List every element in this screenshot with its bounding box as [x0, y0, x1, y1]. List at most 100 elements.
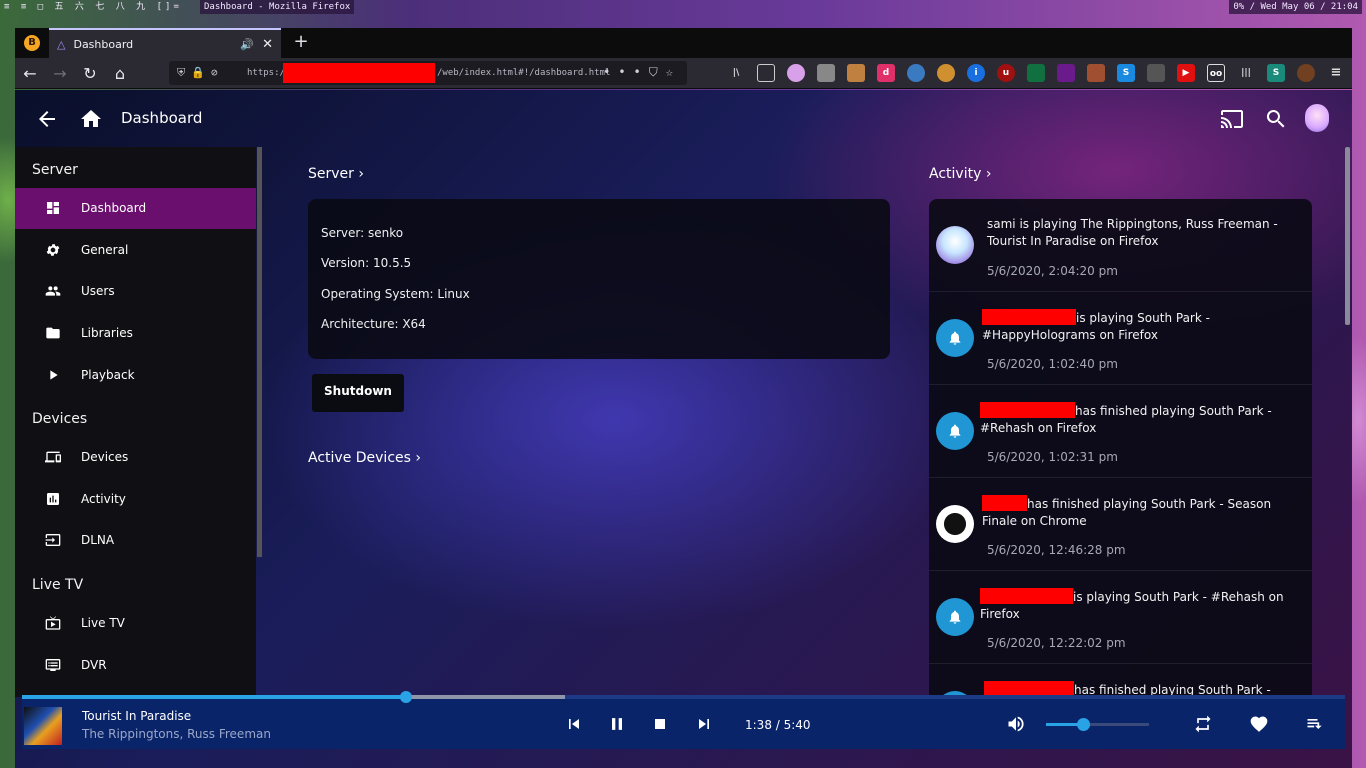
tab-title: Dashboard	[73, 37, 134, 51]
repeat-icon[interactable]	[1193, 714, 1213, 734]
activity-date: 5/6/2020, 12:46:28 pm	[987, 543, 1126, 557]
extension-avatar-icon[interactable]	[787, 64, 805, 82]
next-track-icon[interactable]	[694, 714, 714, 734]
sidebar-item-dashboard[interactable]: Dashboard	[15, 188, 256, 229]
header-back-icon[interactable]	[35, 107, 59, 131]
folder-icon	[45, 325, 61, 341]
extension-s2-icon[interactable]: S	[1267, 64, 1285, 82]
extension-s-icon[interactable]: S	[1117, 64, 1135, 82]
queue-icon[interactable]	[1305, 714, 1325, 734]
sidebar-item-label: Libraries	[81, 326, 133, 340]
extension-bars-icon[interactable]: |||	[1237, 64, 1255, 82]
header-home-icon[interactable]	[79, 107, 103, 131]
jellyfin-favicon-icon: △	[57, 37, 66, 51]
pause-icon[interactable]	[607, 714, 627, 734]
sidebar-item-general[interactable]: General	[15, 230, 256, 271]
previous-track-icon[interactable]	[564, 714, 584, 734]
search-icon[interactable]	[1264, 107, 1288, 131]
sidebar-scrollbar[interactable]	[257, 147, 262, 557]
tv-icon	[45, 615, 61, 631]
redacted-username	[980, 588, 1073, 604]
sidebar-item-label: Playback	[81, 368, 135, 382]
extension-cookie-icon[interactable]	[847, 64, 865, 82]
url-bar[interactable]: ⛨🔒⊘ https:// /web/index.html#!/dashboard…	[169, 61, 687, 85]
page-scrollbar[interactable]	[1345, 147, 1350, 325]
sidebar-heading-devices: Devices	[32, 411, 88, 427]
extension-youtube-icon[interactable]: ▶	[1177, 64, 1195, 82]
activity-item[interactable]: sami is playing The Rippingtons, Russ Fr…	[929, 199, 1312, 292]
back-icon[interactable]: ←	[19, 63, 41, 85]
speaker-icon[interactable]: 🔊	[240, 38, 254, 51]
shutdown-button[interactable]: Shutdown	[312, 374, 404, 412]
chevron-right-icon: ›	[358, 166, 364, 182]
stop-icon[interactable]	[650, 714, 670, 734]
activity-date: 5/6/2020, 1:02:31 pm	[987, 450, 1118, 464]
browser-logo-icon[interactable]: B	[24, 35, 40, 51]
new-tab-button[interactable]: +	[290, 32, 312, 54]
album-art[interactable]	[24, 707, 62, 745]
sidebar-item-devices[interactable]: Devices	[15, 437, 256, 478]
extension-glasses-icon[interactable]	[937, 64, 955, 82]
active-devices-title: Active Devices	[308, 450, 411, 466]
sidebar-item-label: General	[81, 243, 129, 257]
activity-item[interactable]: is playing South Park - #HappyHolograms …	[929, 292, 1312, 385]
sidebar-item-libraries[interactable]: Libraries	[15, 313, 256, 354]
activity-text-wrap: has finished playing South Park - #Rehas…	[980, 402, 1290, 437]
activity-section-link[interactable]: Activity ›	[929, 166, 991, 182]
forward-icon[interactable]: →	[49, 63, 71, 85]
sidebar-icon[interactable]	[757, 64, 775, 82]
sidebar-item-label: Activity	[81, 492, 126, 506]
redacted-host	[283, 63, 435, 83]
sidebar-item-dvr[interactable]: DVR	[15, 645, 256, 686]
bell-icon	[936, 412, 974, 450]
sidebar-item-playback[interactable]: Playback	[15, 355, 256, 396]
activity-item[interactable]: has finished playing South Park - Season…	[929, 478, 1312, 571]
server-section-link[interactable]: Server ›	[308, 166, 364, 182]
now-playing-title[interactable]: Tourist In Paradise	[82, 709, 191, 723]
now-playing-artist[interactable]: The Rippingtons, Russ Freeman	[82, 727, 271, 741]
extension-d-icon[interactable]: d	[877, 64, 895, 82]
active-devices-link[interactable]: Active Devices ›	[308, 450, 421, 466]
seek-slider-thumb[interactable]	[400, 691, 412, 703]
window-title: Dashboard - Mozilla Firefox	[200, 0, 355, 14]
hamburger-menu-icon[interactable]: ≡	[1327, 64, 1345, 82]
user-avatar[interactable]	[1305, 104, 1329, 132]
extension-screenshot-icon[interactable]	[817, 64, 835, 82]
volume-slider-thumb[interactable]	[1077, 718, 1090, 731]
home-icon[interactable]: ⌂	[109, 63, 131, 85]
site-security-icon[interactable]: ⛨🔒⊘	[177, 66, 224, 80]
favorite-heart-icon[interactable]	[1249, 714, 1269, 734]
extension-gray-icon[interactable]	[1147, 64, 1165, 82]
volume-icon[interactable]	[1006, 714, 1026, 734]
activity-text: sami is playing The Rippingtons, Russ Fr…	[987, 217, 1278, 248]
close-tab-icon[interactable]: ✕	[262, 37, 273, 52]
server-info-card: Server: senko Version: 10.5.5 Operating …	[308, 199, 890, 359]
sidebar-heading-server: Server	[32, 162, 78, 178]
extension-1password-icon[interactable]: i	[967, 64, 985, 82]
sidebar-item-dlna[interactable]: DLNA	[15, 520, 256, 561]
extension-paw-icon[interactable]	[1297, 64, 1315, 82]
reload-icon[interactable]: ↻	[79, 63, 101, 85]
library-icon[interactable]: |\	[727, 64, 745, 82]
extension-brown-icon[interactable]	[1087, 64, 1105, 82]
cast-icon[interactable]	[1220, 107, 1244, 131]
browser-tab-dashboard[interactable]: △ Dashboard 🔊 ✕	[49, 28, 281, 58]
extension-ublock-icon[interactable]: u	[997, 64, 1015, 82]
page-actions-icon[interactable]: •••⛉☆	[603, 65, 681, 80]
server-name: Server: senko	[321, 226, 404, 240]
browser-nav-bar: ← → ↻ ⌂ ⛨🔒⊘ https:// /web/index.html#!/d…	[15, 58, 1352, 89]
extension-oo-icon[interactable]: oo	[1207, 64, 1225, 82]
sidebar-item-users[interactable]: Users	[15, 271, 256, 312]
server-architecture: Architecture: X64	[321, 317, 426, 331]
workspace-tags[interactable]: ≡ ≡ □ 五 六 七 八 九 []=	[4, 0, 182, 14]
extension-user-icon[interactable]	[907, 64, 925, 82]
activity-item[interactable]: has finished playing South Park - #Rehas…	[929, 385, 1312, 478]
sidebar-item-live-tv[interactable]: Live TV	[15, 603, 256, 644]
extension-green-icon[interactable]	[1027, 64, 1045, 82]
sidebar-item-label: DVR	[81, 658, 107, 672]
extension-purple-icon[interactable]	[1057, 64, 1075, 82]
sidebar-item-activity[interactable]: Activity	[15, 479, 256, 520]
activity-date: 5/6/2020, 12:22:02 pm	[987, 636, 1126, 650]
activity-list: sami is playing The Rippingtons, Russ Fr…	[929, 199, 1312, 700]
activity-item[interactable]: is playing South Park - #Rehash on Firef…	[929, 571, 1312, 664]
